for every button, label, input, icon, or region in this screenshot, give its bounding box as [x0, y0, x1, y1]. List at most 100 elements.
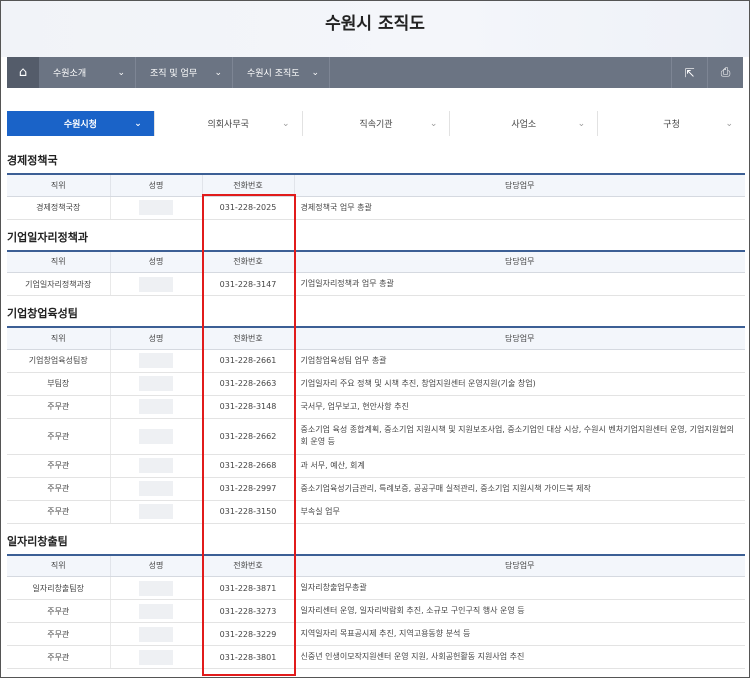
- position-cell: 주무관: [7, 418, 111, 455]
- duty-cell: 과 서무, 예산, 회계: [294, 454, 745, 478]
- org-content: 경제정책국 직위 성명 전화번호 담당업무 경제정책국장 031-228-2025 경제정책국…: [7, 149, 745, 669]
- position-cell: 주무관: [7, 599, 111, 623]
- name-cell: [110, 622, 203, 646]
- category-tabs: 수원시청 ⌄ 의회사무국 ⌄ 직속기관 ⌄ 사업소 ⌄ 구청 ⌄: [7, 111, 745, 136]
- redacted-name: [139, 504, 173, 519]
- tab-district-offices[interactable]: 구청 ⌄: [598, 111, 745, 136]
- duty-cell: 일자리센터 운영, 일자리박람회 추진, 소규모 구인구직 행사 운영 등: [294, 599, 745, 623]
- redacted-name: [139, 649, 173, 665]
- tab-council[interactable]: 의회사무국 ⌄: [154, 111, 303, 136]
- duty-cell: 중소기업육성기금관리, 특례보증, 공공구매 실적관리, 중소기업 지원시책 가…: [294, 477, 745, 501]
- phone-cell: 031-228-3801: [202, 645, 295, 669]
- table-row: 일자리창출팀장 031-228-3871 일자리창출업무총괄: [7, 576, 745, 600]
- duty-cell: 국서무, 업무보고, 현안사항 추진: [294, 395, 745, 419]
- nav-item-orgchart[interactable]: 수원시 조직도 ⌄: [233, 57, 330, 88]
- table-row: 주무관 031-228-3150 부속실 업무: [7, 500, 745, 524]
- position-cell: 주무관: [7, 395, 111, 419]
- table-row: 주무관 031-228-3148 국서무, 업무보고, 현안사항 추진: [7, 395, 745, 419]
- table-row: 주무관 031-228-3273 일자리센터 운영, 일자리박람회 추진, 소규모 …: [7, 599, 745, 623]
- tab-label: 수원시청: [63, 120, 97, 130]
- redacted-name: [139, 276, 173, 292]
- home-icon[interactable]: ⌂: [7, 57, 39, 88]
- col-header-name: 성명: [110, 173, 203, 197]
- name-cell: [110, 395, 203, 419]
- position-cell: 경제정책국장: [7, 196, 111, 220]
- staff-table: 직위 성명 전화번호 담당업무 기업창업육성팀장 031-228-2661 기업창업육성팀 …: [7, 326, 745, 524]
- redacted-name: [139, 603, 173, 619]
- duty-cell: 부속실 업무: [294, 500, 745, 524]
- duty-cell: 경제정책국 업무 총괄: [294, 196, 745, 220]
- col-header-position: 직위: [7, 326, 111, 350]
- phone-cell: 031-228-3148: [202, 395, 295, 419]
- chevron-down-icon: ⌄: [577, 118, 586, 129]
- table-row: 주무관 031-228-2997 중소기업육성기금관리, 특례보증, 공공구매 실적…: [7, 477, 745, 501]
- page-frame: 수원시 조직도 ⌂ 수원소개 ⌄ 조직 및 업무 ⌄ 수원시 조직도 ⌄ ⇱ ⎙…: [0, 0, 750, 678]
- tab-business-offices[interactable]: 사업소 ⌄: [450, 111, 599, 136]
- position-cell: 기업일자리정책과장: [7, 272, 111, 296]
- staff-table: 직위 성명 전화번호 담당업무 경제정책국장 031-228-2025 경제정책국 업무 총…: [7, 173, 745, 220]
- col-header-name: 성명: [110, 249, 203, 273]
- position-cell: 일자리창출팀장: [7, 576, 111, 600]
- chevron-down-icon: ⌄: [282, 118, 290, 129]
- chevron-down-icon: ⌄: [134, 118, 142, 129]
- table-row: 주무관 031-228-2668 과 서무, 예산, 회계: [7, 454, 745, 478]
- phone-cell: 031-228-2997: [202, 477, 295, 501]
- nav-item-label: 수원시 조직도: [247, 69, 300, 79]
- table-row: 경제정책국장 031-228-2025 경제정책국 업무 총괄: [7, 196, 745, 220]
- table-row: 기업일자리정책과장 031-228-3147 기업일자리정책과 업무 총괄: [7, 272, 745, 296]
- redacted-name: [139, 428, 173, 444]
- print-icon[interactable]: ⎙: [707, 57, 743, 88]
- position-cell: 주무관: [7, 645, 111, 669]
- phone-cell: 031-228-2661: [202, 349, 295, 373]
- name-cell: [110, 454, 203, 478]
- name-cell: [110, 599, 203, 623]
- col-header-duty: 담당업무: [294, 173, 745, 197]
- position-cell: 부팀장: [7, 372, 111, 396]
- section-title: 경제정책국: [7, 154, 58, 167]
- tab-label: 직속기관: [359, 120, 393, 130]
- name-cell: [110, 576, 203, 600]
- nav-item-label: 조직 및 업무: [150, 69, 198, 79]
- share-icon[interactable]: ⇱: [671, 57, 707, 88]
- page-title: 수원시 조직도: [325, 14, 425, 34]
- tab-label: 구청: [663, 120, 680, 130]
- nav-item-about[interactable]: 수원소개 ⌄: [39, 57, 136, 88]
- staff-table: 직위 성명 전화번호 담당업무 일자리창출팀장 031-228-3871 일자리창출업무총괄…: [7, 553, 745, 669]
- table-row: 주무관 031-228-2662 중소기업 육성 종합계획, 중소기업 지원시책 및…: [7, 418, 745, 455]
- phone-cell: 031-228-2663: [202, 372, 295, 396]
- phone-cell: 031-228-3150: [202, 500, 295, 524]
- duty-cell: 일자리창출업무총괄: [294, 576, 745, 600]
- breadcrumb-nav: ⌂ 수원소개 ⌄ 조직 및 업무 ⌄ 수원시 조직도 ⌄ ⇱ ⎙: [7, 57, 743, 88]
- name-cell: [110, 418, 203, 455]
- name-cell: [110, 372, 203, 396]
- col-header-phone: 전화번호: [202, 326, 295, 350]
- nav-item-org[interactable]: 조직 및 업무 ⌄: [136, 57, 233, 88]
- col-header-duty: 담당업무: [294, 553, 745, 577]
- section-title: 일자리창출팀: [7, 534, 68, 548]
- duty-cell: 신중년 인생이모작지원센터 운영 지원, 사회공헌활동 지원사업 추진: [294, 645, 745, 669]
- col-header-duty: 담당업무: [294, 249, 745, 273]
- table-row: 부팀장 031-228-2663 기업일자리 주요 정책 및 시책 추진, 창업지원…: [7, 372, 745, 396]
- phone-cell: 031-228-3147: [202, 272, 295, 296]
- tab-label: 사업소: [511, 120, 537, 130]
- phone-cell: 031-228-2668: [202, 454, 295, 478]
- section-title: 기업창업육성팀: [7, 307, 78, 320]
- col-header-name: 성명: [110, 326, 203, 350]
- duty-cell: 기업창업육성팀 업무 총괄: [294, 349, 745, 373]
- chevron-down-icon: ⌄: [725, 118, 733, 129]
- tab-city-hall[interactable]: 수원시청 ⌄: [7, 111, 155, 136]
- duty-cell: 기업일자리정책과 업무 총괄: [294, 272, 745, 296]
- col-header-position: 직위: [7, 173, 111, 197]
- position-cell: 주무관: [7, 477, 111, 501]
- name-cell: [110, 500, 203, 524]
- name-cell: [110, 477, 203, 501]
- table-row: 기업창업육성팀장 031-228-2661 기업창업육성팀 업무 총괄: [7, 349, 745, 373]
- duty-cell: 지역일자리 목표공시제 추진, 지역고용동향 분석 등: [294, 622, 745, 646]
- nav-item-label: 수원소개: [53, 69, 87, 79]
- col-header-phone: 전화번호: [202, 173, 295, 197]
- position-cell: 기업창업육성팀장: [7, 349, 111, 373]
- col-header-position: 직위: [7, 553, 111, 577]
- staff-table: 직위 성명 전화번호 담당업무 기업일자리정책과장 031-228-3147 기업일자리정책…: [7, 249, 745, 296]
- phone-cell: 031-228-3871: [202, 576, 295, 600]
- tab-direct-agencies[interactable]: 직속기관 ⌄: [302, 111, 451, 136]
